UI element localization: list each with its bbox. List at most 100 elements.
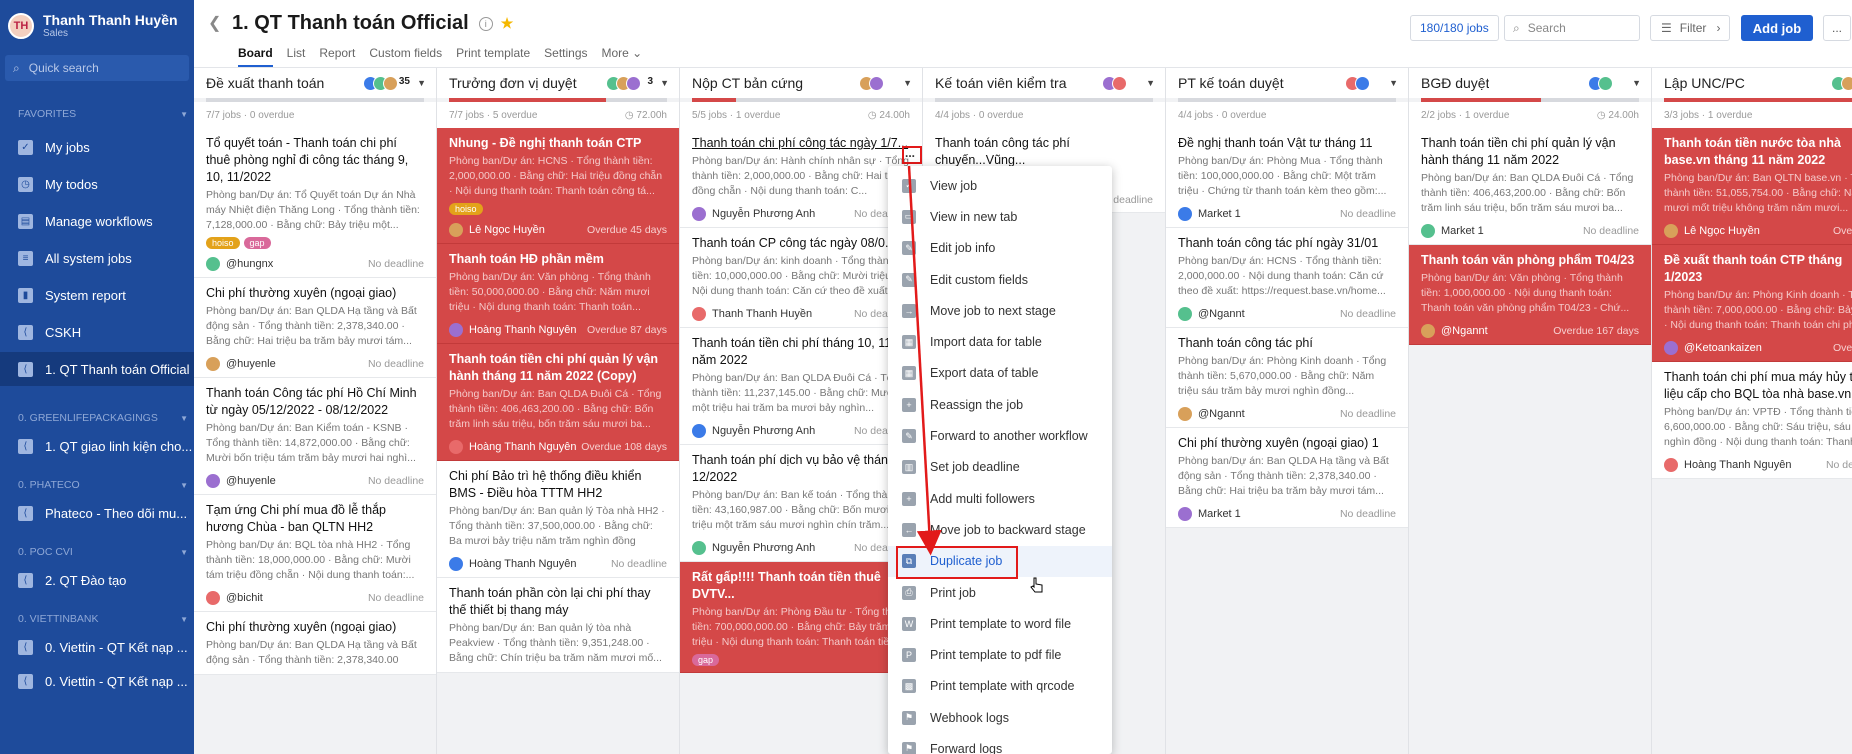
column-members[interactable]: [1831, 76, 1852, 91]
assignee[interactable]: @Ketoankaizen: [1664, 341, 1762, 355]
job-title[interactable]: Đề nghị thanh toán Vật tư tháng 11: [1178, 135, 1396, 152]
chevron-down-icon[interactable]: ▼: [1146, 78, 1155, 88]
info-icon[interactable]: i: [478, 16, 493, 31]
job-card[interactable]: Thanh toán phí dịch vụ bảo vệ tháng 12/2…: [680, 445, 922, 562]
job-card[interactable]: Tạm ứng Chi phí mua đồ lễ thắp hương Chù…: [194, 495, 436, 612]
job-card[interactable]: Thanh toán chi phí công tác ngày 1/7... P…: [680, 128, 922, 228]
sidebar-item-1[interactable]: ◷ My todos: [0, 167, 194, 201]
job-title[interactable]: Thanh toán công tác phí chuyến...Vũng...: [935, 135, 1153, 169]
menu-item-set-job-deadline[interactable]: ▥ Set job deadline: [888, 452, 1112, 483]
job-title[interactable]: Thanh toán công tác phí: [1178, 335, 1396, 352]
job-card[interactable]: Thanh toán Công tác phí Hồ Chí Minh từ n…: [194, 378, 436, 495]
job-card[interactable]: Thanh toán công tác phí ngày 31/01 Phòng …: [1166, 228, 1408, 328]
tab-report[interactable]: Report: [319, 46, 355, 67]
menu-item-edit-job-info[interactable]: ✎ Edit job info: [888, 233, 1112, 264]
assignee[interactable]: @huyenle: [206, 474, 276, 488]
chevron-down-icon[interactable]: ▼: [180, 110, 188, 119]
job-title[interactable]: Chi phí thường xuyên (ngoại giao) 1: [1178, 435, 1396, 452]
job-card[interactable]: Tổ quyết toán - Thanh toán chi phí thuê …: [194, 128, 436, 278]
assignee[interactable]: Hoàng Thanh Nguyên: [449, 440, 576, 454]
sidebar-item-2[interactable]: ▤ Manage workflows: [0, 204, 194, 238]
tab-board[interactable]: Board: [238, 46, 273, 67]
column-members[interactable]: [606, 76, 641, 91]
job-title[interactable]: Rất gấp!!!! Thanh toán tiền thuê DVTV...: [692, 569, 910, 603]
chevron-down-icon[interactable]: ▼: [417, 78, 426, 88]
job-card[interactable]: Đề nghị thanh toán Vật tư tháng 11 Phòng …: [1166, 128, 1408, 228]
job-card[interactable]: Chi phí thường xuyên (ngoại giao) Phòng b…: [194, 612, 436, 675]
job-title[interactable]: Tổ quyết toán - Thanh toán chi phí thuê …: [206, 135, 424, 186]
star-icon[interactable]: ★: [501, 15, 514, 32]
job-title[interactable]: Chi phí thường xuyên (ngoại giao): [206, 285, 424, 302]
menu-item-import-data-for-table[interactable]: ▦ Import data for table: [888, 326, 1112, 357]
job-title[interactable]: Nhung - Đề nghị thanh toán CTP: [449, 135, 667, 152]
sidebar-workflow-item[interactable]: ⟨ 2. QT Đào tạo: [0, 563, 194, 597]
tab-print-template[interactable]: Print template: [456, 46, 530, 67]
job-card[interactable]: Thanh toán công tác phí Phòng ban/Dự án: …: [1166, 328, 1408, 428]
column-members[interactable]: [1345, 76, 1370, 91]
job-title[interactable]: Thanh toán HĐ phần mềm: [449, 251, 667, 268]
job-card[interactable]: Chi phí thường xuyên (ngoại giao) 1 Phòng…: [1166, 428, 1408, 528]
sidebar-workflow-item[interactable]: ⟨ Phateco - Theo dõi mu...: [0, 496, 194, 530]
chevron-down-icon[interactable]: ▼: [903, 78, 912, 88]
more-options-button[interactable]: ...: [1823, 15, 1851, 41]
search-input[interactable]: ⌕ Search: [1504, 15, 1640, 41]
job-title[interactable]: Chi phí thường xuyên (ngoại giao): [206, 619, 424, 636]
job-card[interactable]: Thanh toán tiền chi phí quản lý vận hành…: [1409, 128, 1651, 245]
menu-item-move-job-to-backward-stage[interactable]: ← Move job to backward stage: [888, 514, 1112, 545]
assignee[interactable]: @bichit: [206, 591, 263, 605]
menu-item-forward-logs[interactable]: ⚑ Forward logs: [888, 733, 1112, 754]
sidebar-workflow-item[interactable]: ⟨ 0. Viettin - QT Kết nạp ...: [0, 664, 194, 698]
menu-item-reassign-the-job[interactable]: + Reassign the job: [888, 389, 1112, 420]
sidebar-item-5[interactable]: ⟨ CSKH: [0, 315, 194, 349]
job-card[interactable]: Rất gấp!!!! Thanh toán tiền thuê DVTV...…: [680, 562, 922, 673]
menu-item-print-template-with-qrcode[interactable]: ▩ Print template with qrcode: [888, 671, 1112, 702]
tag-badge[interactable]: hoiso: [206, 237, 240, 249]
chevron-down-icon[interactable]: ▼: [1632, 78, 1641, 88]
job-card[interactable]: Thanh toán phần còn lại chi phí thay thế…: [437, 578, 679, 673]
jobs-count-button[interactable]: 180/180 jobs: [1410, 15, 1499, 41]
job-card[interactable]: Thanh toán tiền chi phí tháng 10, 11 năm…: [680, 328, 922, 445]
assignee[interactable]: Hoàng Thanh Nguyên: [449, 557, 576, 571]
job-title[interactable]: Thanh toán phần còn lại chi phí thay thế…: [449, 585, 667, 619]
job-card[interactable]: Thanh toán CP công tác ngày 08/0... Phòng…: [680, 228, 922, 328]
sidebar-workflow-item[interactable]: ⟨ 0. Viettin - QT Kết nạp ...: [0, 630, 194, 664]
assignee[interactable]: @Ngannt: [1178, 307, 1245, 321]
assignee[interactable]: @Ngannt: [1421, 324, 1488, 338]
job-title[interactable]: Thanh toán phí dịch vụ bảo vệ tháng 12/2…: [692, 452, 910, 486]
tab-more[interactable]: More ⌄: [602, 46, 643, 67]
assignee[interactable]: Thanh Thanh Huyền: [692, 307, 812, 321]
assignee[interactable]: Lê Ngọc Huyền: [449, 223, 545, 237]
menu-item-view-job[interactable]: ✓ View job: [888, 170, 1112, 201]
job-title[interactable]: Thanh toán công tác phí ngày 31/01: [1178, 235, 1396, 252]
assignee[interactable]: Nguyễn Phương Anh: [692, 207, 815, 221]
menu-item-forward-to-another-workflow[interactable]: ✎ Forward to another workflow: [888, 420, 1112, 451]
sidebar-item-4[interactable]: ▮ System report: [0, 278, 194, 312]
column-members[interactable]: [859, 76, 884, 91]
tag-badge[interactable]: gap: [243, 237, 271, 249]
tag-badge[interactable]: gap: [692, 654, 720, 666]
quick-search[interactable]: ⌕ Quick search: [5, 55, 189, 81]
assignee[interactable]: Nguyễn Phương Anh: [692, 541, 815, 555]
assignee[interactable]: Market 1: [1421, 224, 1484, 238]
column-members[interactable]: [1102, 76, 1127, 91]
job-card[interactable]: Chi phí Bảo trì hệ thống điều khiển BMS …: [437, 461, 679, 578]
chevron-down-icon[interactable]: ▼: [180, 414, 188, 423]
job-title[interactable]: Thanh toán tiền chi phí tháng 10, 11 năm…: [692, 335, 910, 369]
column-members[interactable]: [363, 76, 398, 91]
sidebar-workflow-item[interactable]: ⟨ 1. QT giao linh kiện cho...: [0, 429, 194, 463]
job-card[interactable]: Thanh toán HĐ phần mềm Phòng ban/Dự án: V…: [437, 244, 679, 344]
job-card[interactable]: Nhung - Đề nghị thanh toán CTP Phòng ban/…: [437, 128, 679, 244]
job-title[interactable]: Thanh toán CP công tác ngày 08/0...: [692, 235, 910, 252]
menu-item-print-template-to-pdf-file[interactable]: P Print template to pdf file: [888, 639, 1112, 670]
assignee[interactable]: Lê Ngọc Huyền: [1664, 224, 1760, 238]
job-title[interactable]: Thanh toán tiền chi phí quản lý vận hành…: [1421, 135, 1639, 169]
chevron-down-icon[interactable]: ▼: [180, 481, 188, 490]
chevron-down-icon[interactable]: ▼: [1389, 78, 1398, 88]
assignee[interactable]: Hoàng Thanh Nguyên: [449, 323, 576, 337]
assignee[interactable]: @Ngannt: [1178, 407, 1245, 421]
sidebar-item-3[interactable]: ≡ All system jobs: [0, 241, 194, 275]
assignee[interactable]: Market 1: [1178, 507, 1241, 521]
job-title[interactable]: Thanh toán văn phòng phẩm T04/23: [1421, 252, 1639, 269]
job-card[interactable]: Thanh toán tiền chi phí quản lý vận hành…: [437, 344, 679, 461]
menu-item-view-in-new-tab[interactable]: ▭ View in new tab: [888, 201, 1112, 232]
